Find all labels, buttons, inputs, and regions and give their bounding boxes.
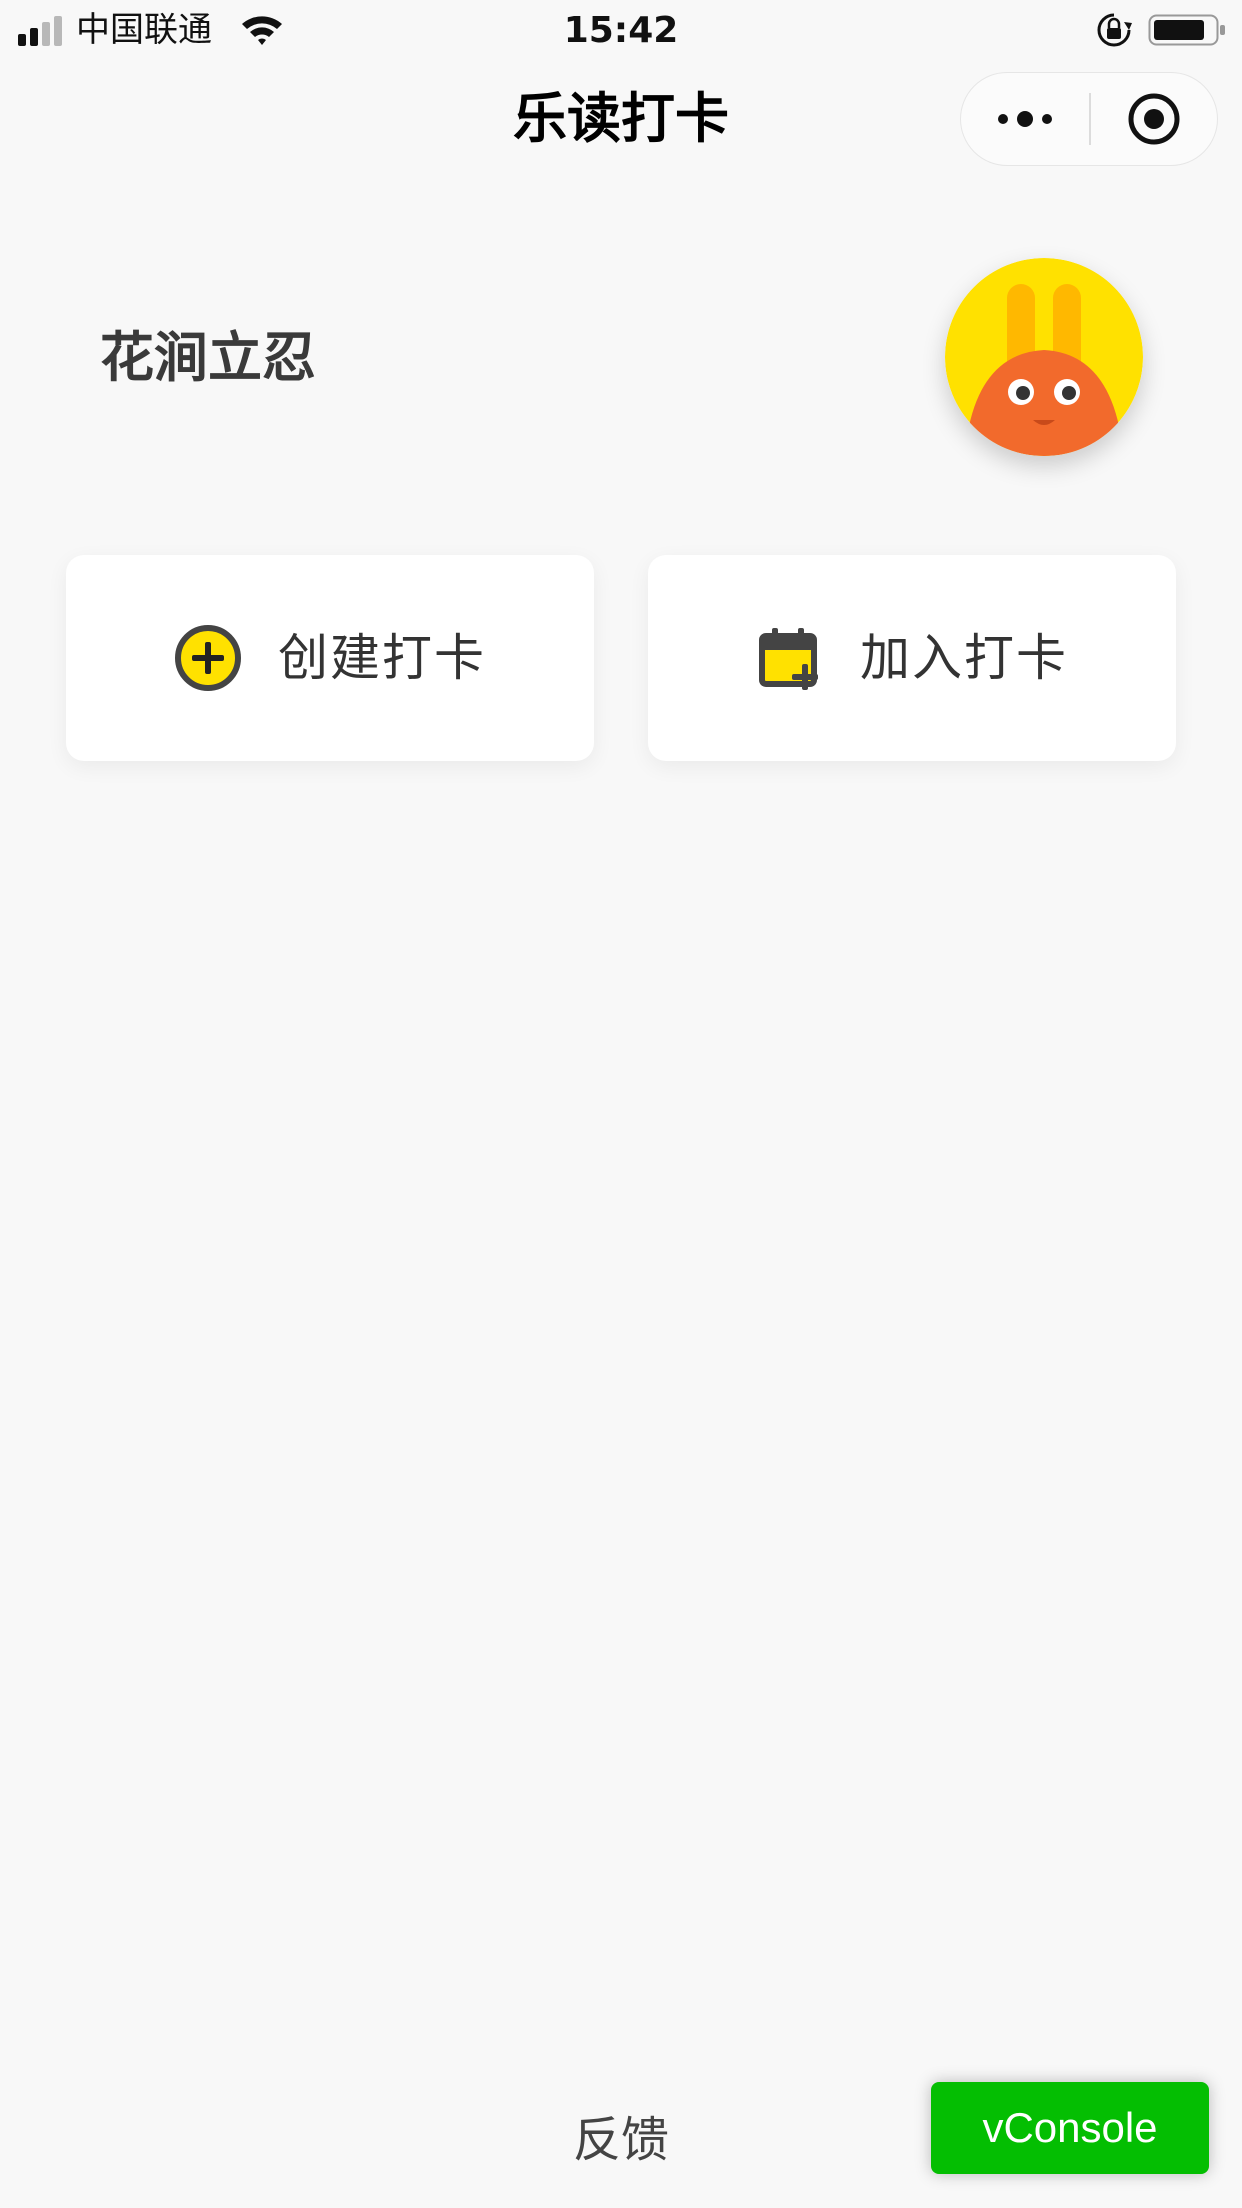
join-checkin-label: 加入打卡 [860,629,1068,687]
create-checkin-button[interactable]: 创建打卡 [66,555,594,761]
close-button[interactable] [1091,73,1217,165]
join-checkin-button[interactable]: 加入打卡 [648,555,1176,761]
more-button[interactable] [961,73,1089,165]
miniprogram-capsule [960,72,1218,166]
page: 中国联通 15:42 乐读打卡 花涧立忍 创建打卡 加入打卡 反馈 vConso… [0,0,1242,2208]
user-name: 花涧立忍 [100,326,316,389]
close-miniprogram-icon [1128,93,1180,145]
vconsole-button[interactable]: vConsole [931,2082,1209,2174]
create-checkin-label: 创建打卡 [278,629,486,687]
status-time: 15:42 [563,10,679,51]
rabbit-avatar-icon [945,258,1143,456]
add-circle-icon [175,625,241,691]
orientation-lock-icon [1097,13,1132,47]
more-dots-icon [998,111,1052,127]
status-bar: 中国联通 15:42 [0,0,1242,62]
avatar[interactable] [945,258,1143,456]
calendar-add-icon [759,628,818,690]
battery-icon [1148,14,1225,46]
